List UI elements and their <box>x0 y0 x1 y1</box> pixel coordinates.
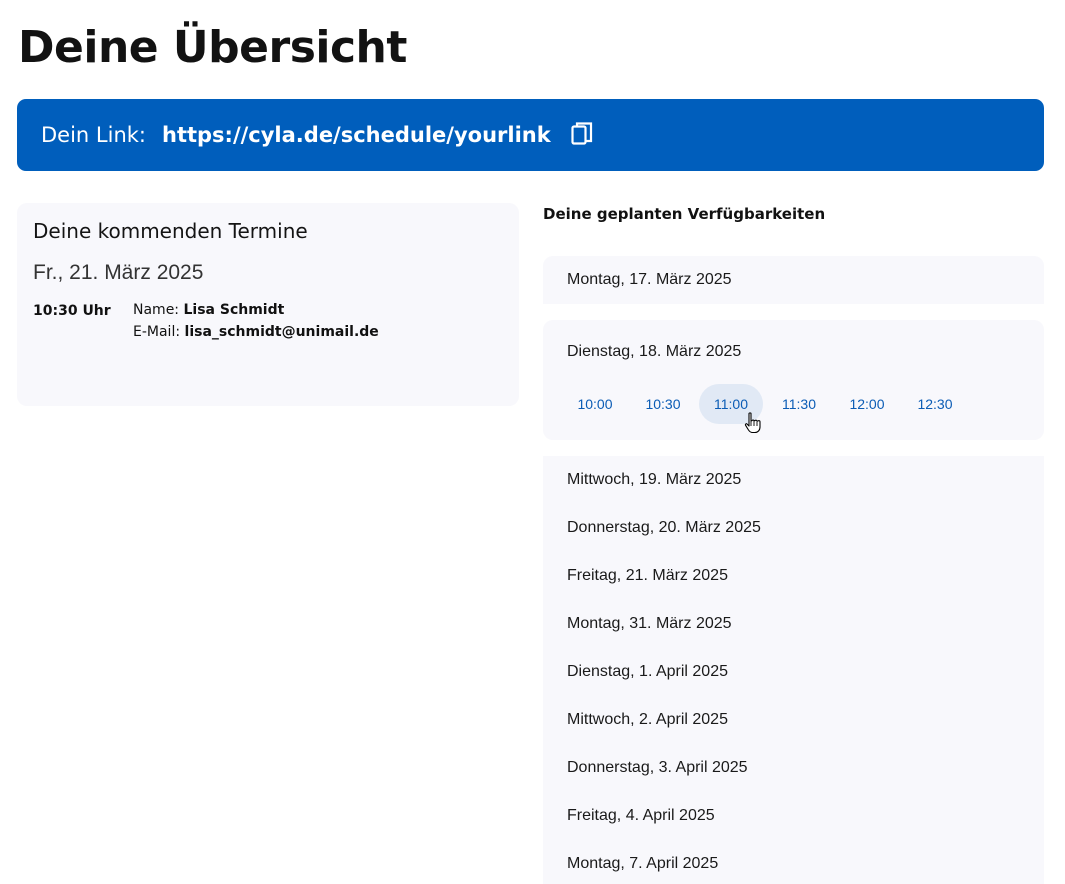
time-slot-list: 10:00 10:30 11:00 11:30 12:00 12:30 <box>543 384 1044 424</box>
time-slot[interactable]: 10:30 <box>631 384 695 424</box>
copy-icon <box>571 122 592 145</box>
copy-link-button[interactable] <box>571 122 593 148</box>
availability-day[interactable]: Montag, 7. April 2025 <box>543 840 1044 884</box>
email-label: E-Mail: <box>133 324 181 340</box>
availability-day[interactable]: Mittwoch, 19. März 2025 <box>543 456 1044 504</box>
availability-day[interactable]: Mittwoch, 2. April 2025 <box>543 696 1044 744</box>
appointment-time: 10:30 Uhr <box>33 303 111 319</box>
appointment-email-line: E-Mail: lisa_schmidt@unimail.de <box>133 321 379 343</box>
time-slot[interactable]: 12:00 <box>835 384 899 424</box>
upcoming-appointments-card: Deine kommenden Termine Fr., 21. März 20… <box>17 203 519 406</box>
time-slot-hovered[interactable]: 11:00 <box>699 384 763 424</box>
appointment-details: Name: Lisa Schmidt E-Mail: lisa_schmidt@… <box>133 302 379 343</box>
share-link-bar: Dein Link: https://cyla.de/schedule/your… <box>17 99 1044 171</box>
availability-day[interactable]: Montag, 17. März 2025 <box>543 256 1044 304</box>
appointment-name: Lisa Schmidt <box>183 302 285 318</box>
time-slot[interactable]: 12:30 <box>903 384 967 424</box>
share-link-url[interactable]: https://cyla.de/schedule/yourlink <box>162 123 551 147</box>
availability-day[interactable]: Donnerstag, 20. März 2025 <box>543 504 1044 552</box>
appointment-date: Fr., 21. März 2025 <box>33 261 204 284</box>
time-slot[interactable]: 11:30 <box>767 384 831 424</box>
link-label: Dein Link: <box>41 123 146 147</box>
availability-day[interactable]: Freitag, 21. März 2025 <box>543 552 1044 600</box>
availability-day[interactable]: Dienstag, 1. April 2025 <box>543 648 1044 696</box>
availability-heading: Deine geplanten Verfügbarkeiten <box>543 205 826 223</box>
page-title: Deine Übersicht <box>18 22 407 73</box>
appointment-name-line: Name: Lisa Schmidt <box>133 299 379 321</box>
availability-day[interactable]: Montag, 31. März 2025 <box>543 600 1044 648</box>
availability-day-expanded[interactable]: Dienstag, 18. März 2025 10:00 10:30 11:0… <box>543 320 1044 440</box>
name-label: Name: <box>133 302 180 318</box>
day-label: Dienstag, 18. März 2025 <box>567 343 742 360</box>
availability-day-list: Mittwoch, 19. März 2025 Donnerstag, 20. … <box>543 456 1044 884</box>
appointment-item: 10:30 Uhr Name: Lisa Schmidt E-Mail: lis… <box>33 302 503 343</box>
day-label: Montag, 17. März 2025 <box>567 271 732 288</box>
availability-day[interactable]: Donnerstag, 3. April 2025 <box>543 744 1044 792</box>
availability-day[interactable]: Freitag, 4. April 2025 <box>543 792 1044 840</box>
appointment-email[interactable]: lisa_schmidt@unimail.de <box>185 324 379 340</box>
time-slot[interactable]: 10:00 <box>563 384 627 424</box>
upcoming-appointments-title: Deine kommenden Termine <box>33 219 308 243</box>
